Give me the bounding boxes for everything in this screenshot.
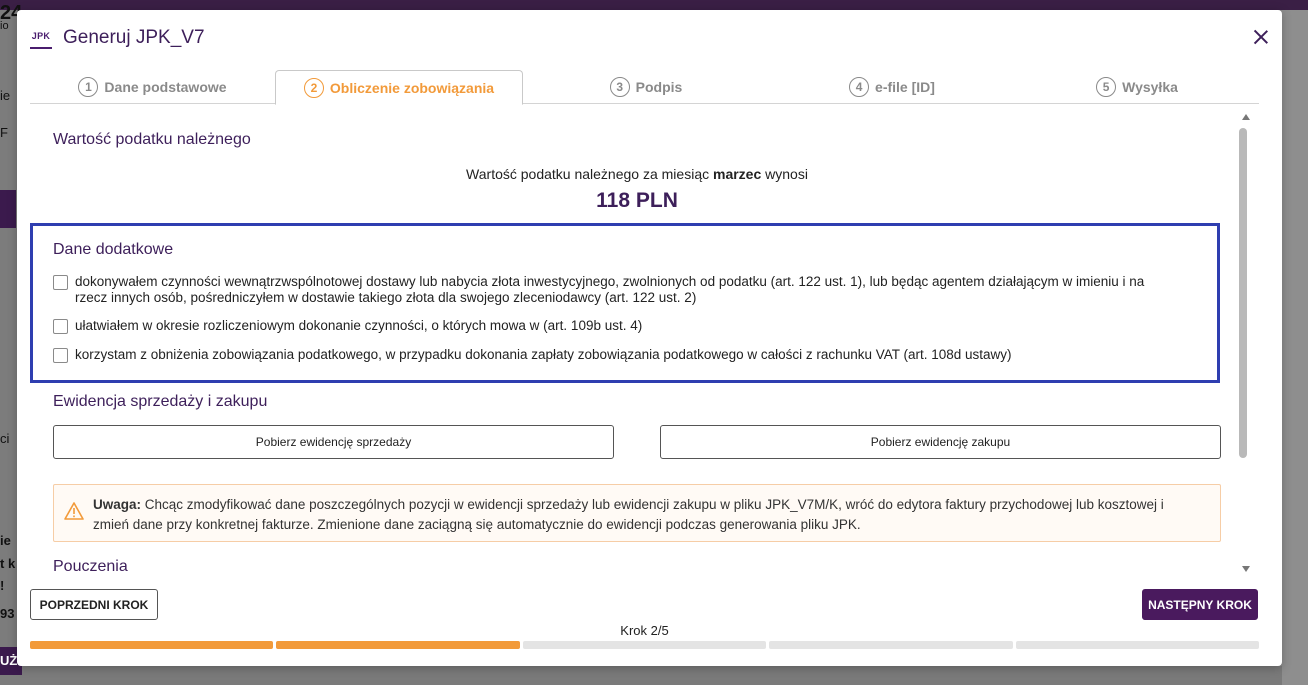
bg-fragment: 93 xyxy=(0,606,15,621)
progress-segment xyxy=(769,641,1013,649)
previous-step-button[interactable]: POPRZEDNI KROK xyxy=(30,589,158,620)
scroll-up-arrow-icon[interactable] xyxy=(1242,114,1250,120)
close-icon[interactable] xyxy=(1251,27,1271,47)
warning-notice: Uwaga: Chcąc zmodyfikować dane poszczegó… xyxy=(53,484,1221,542)
bg-nav-active xyxy=(0,190,16,228)
warning-body: Chcąc zmodyfikować dane poszczególnych p… xyxy=(93,497,1164,532)
warning-bold: Uwaga: xyxy=(93,497,142,512)
app-right-background xyxy=(1282,10,1308,685)
tab-e-file[interactable]: 4 e-file [ID] xyxy=(769,70,1015,104)
tax-section-title: Wartość podatku należnego xyxy=(53,131,251,148)
records-section-title: Ewidencja sprzedaży i zakupu xyxy=(53,393,268,410)
extra-section-title: Dane dodatkowe xyxy=(53,241,174,258)
summary-prefix: Wartość podatku należnego za miesiąc xyxy=(466,166,713,182)
bg-fragment: F xyxy=(0,125,8,140)
tab-label: Wysyłka xyxy=(1122,79,1178,95)
progress-segment xyxy=(276,641,520,649)
option-gold-supply: dokonywałem czynności wewnątrzwspólnotow… xyxy=(53,274,1173,306)
bg-fragment: ie xyxy=(0,533,11,548)
modal-header: JPK Generuj JPK_V7 xyxy=(17,10,1282,68)
tab-label: Dane podstawowe xyxy=(104,79,227,95)
bg-fragment: UŻ xyxy=(0,653,18,668)
option-art-109b: ułatwiałem w okresie rozliczeniowym doko… xyxy=(53,318,1173,334)
step-number: 2 xyxy=(303,77,324,98)
tab-label: e-file [ID] xyxy=(875,79,935,95)
option-art-108d: korzystam z obniżenia zobowiązania podat… xyxy=(53,347,1173,363)
bg-fragment: ! xyxy=(0,578,5,593)
progress-segment xyxy=(30,641,274,649)
summary-suffix: wynosi xyxy=(761,166,808,182)
tab-dane-podstawowe[interactable]: 1 Dane podstawowe xyxy=(30,70,275,104)
step-progress-bar xyxy=(30,641,1260,649)
scroll-down-arrow-icon[interactable] xyxy=(1242,566,1250,572)
generate-jpk-modal: JPK Generuj JPK_V7 1 Dane podstawowe 2 O… xyxy=(17,10,1282,666)
option-label: dokonywałem czynności wewnątrzwspólnotow… xyxy=(75,274,1145,305)
bg-fragment: t k xyxy=(0,556,16,571)
progress-segment xyxy=(522,641,767,649)
option-label: korzystam z obniżenia zobowiązania podat… xyxy=(75,347,1012,362)
bg-fragment: ie xyxy=(0,88,11,103)
tax-summary-line: Wartość podatku należnego za miesiąc mar… xyxy=(17,166,1242,182)
app-bottom-background xyxy=(60,666,1282,685)
wizard-tabs: 1 Dane podstawowe 2 Obliczenie zobowiąza… xyxy=(30,70,1259,105)
step-indicator: Krok 2/5 xyxy=(620,623,669,638)
warning-text: Uwaga: Chcąc zmodyfikować dane poszczegó… xyxy=(93,495,1203,535)
warning-icon xyxy=(64,502,84,520)
app-top-bar xyxy=(0,0,1308,10)
modal-title: Generuj JPK_V7 xyxy=(63,27,205,48)
step-number: 4 xyxy=(849,77,870,97)
tab-label: Obliczenie zobowiązania xyxy=(329,79,495,96)
tab-wysylka[interactable]: 5 Wysyłka xyxy=(1015,70,1259,104)
content-scrollbar[interactable] xyxy=(1239,114,1253,574)
step-content: Wartość podatku należnego Wartość podatk… xyxy=(17,110,1242,578)
tab-obliczenie-zobowiazania[interactable]: 2 Obliczenie zobowiązania xyxy=(275,70,523,105)
option-label: ułatwiałem w okresie rozliczeniowym doko… xyxy=(75,318,643,333)
instructions-section-title: Pouczenia xyxy=(53,558,128,575)
step-number: 3 xyxy=(609,77,630,97)
jpk-logo-icon: JPK xyxy=(30,29,52,49)
scroll-thumb[interactable] xyxy=(1239,128,1247,458)
download-sales-records-button[interactable]: Pobierz ewidencję sprzedaży xyxy=(53,425,614,459)
progress-segment xyxy=(1015,641,1260,649)
checkbox-art-109b[interactable] xyxy=(53,319,68,334)
bg-fragment: io xyxy=(0,20,9,32)
next-step-button[interactable]: NASTĘPNY KROK xyxy=(1142,589,1258,620)
step-number: 5 xyxy=(1096,77,1117,97)
download-purchase-records-button[interactable]: Pobierz ewidencję zakupu xyxy=(660,425,1221,459)
checkbox-art-108d[interactable] xyxy=(53,348,68,363)
checkbox-gold-supply[interactable] xyxy=(53,275,68,290)
tab-podpis[interactable]: 3 Podpis xyxy=(523,70,769,104)
tab-label: Podpis xyxy=(635,79,683,95)
step-number: 1 xyxy=(78,77,99,97)
bg-fragment: ci xyxy=(0,431,10,446)
summary-month: marzec xyxy=(713,166,762,182)
tax-amount: 118 PLN xyxy=(596,189,678,212)
